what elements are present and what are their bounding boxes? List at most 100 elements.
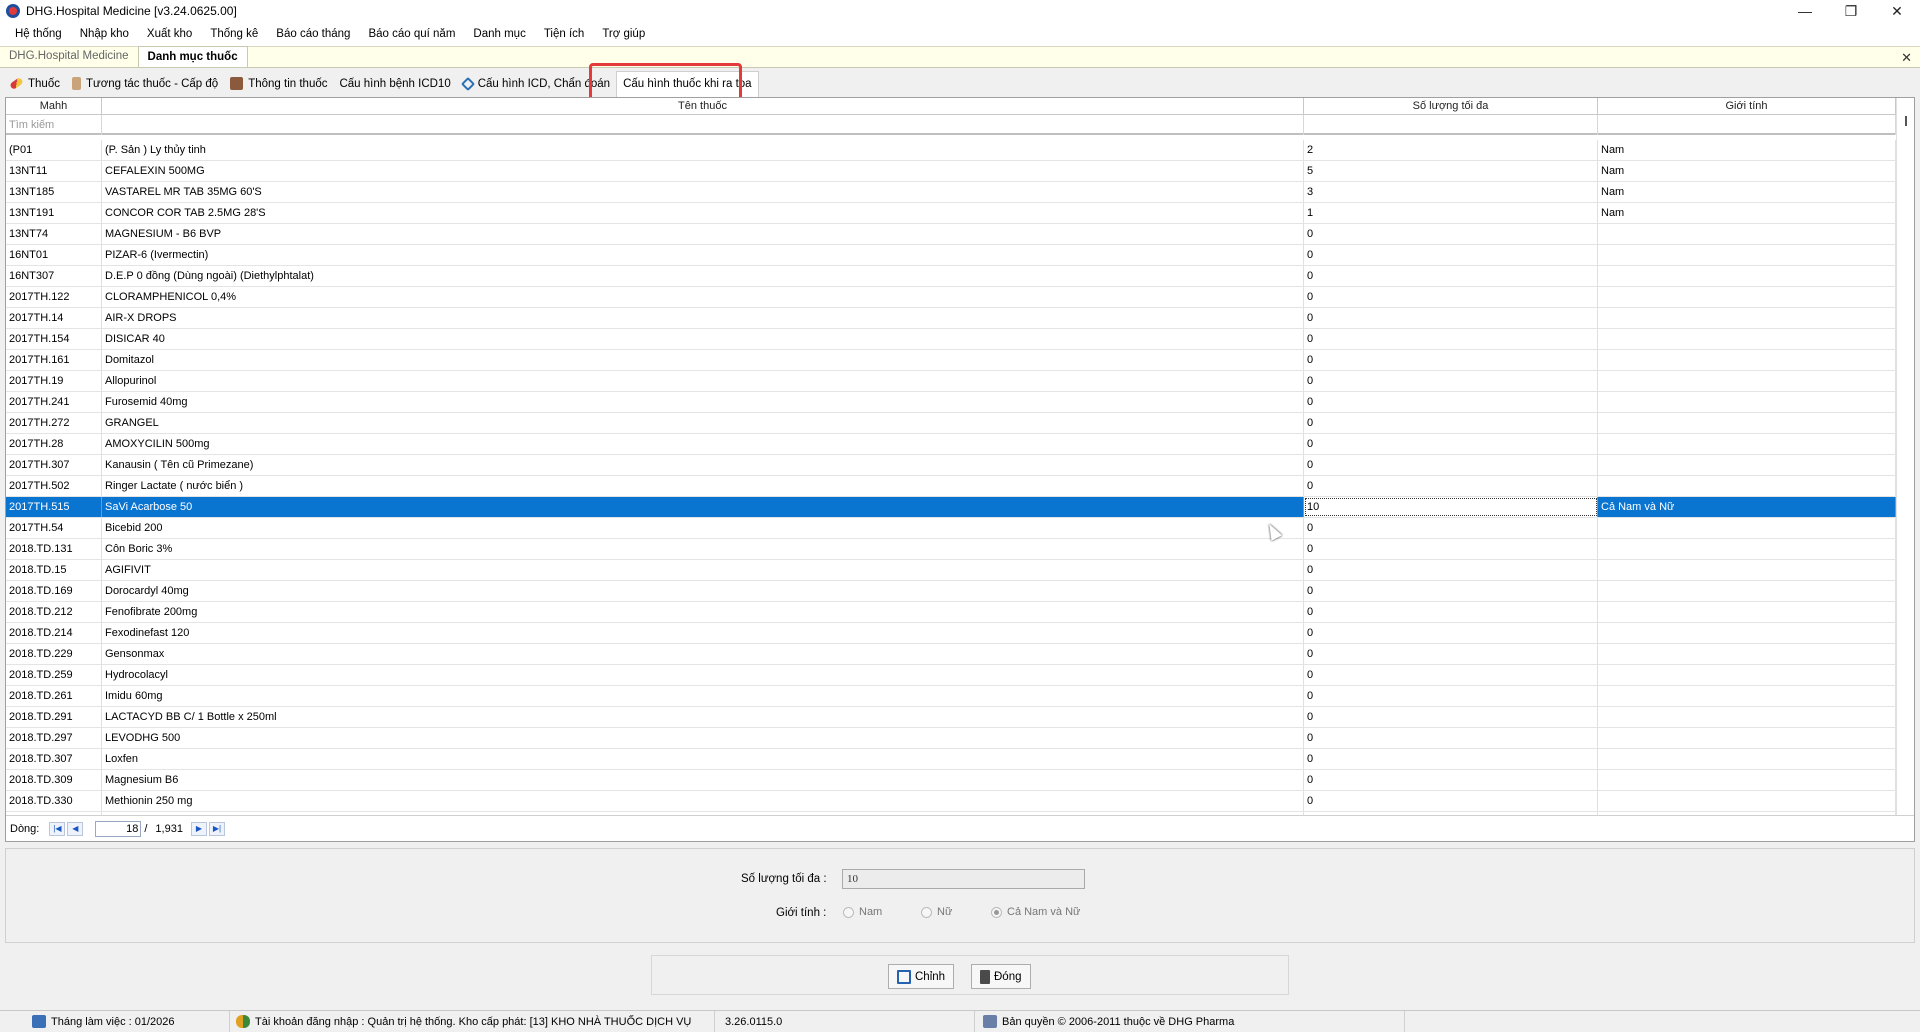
table-row[interactable]: 2018.TD.212 Fenofibrate 200mg 0 [6, 602, 1896, 623]
table-row[interactable]: 2018.TD.309 Magnesium B6 0 [6, 770, 1896, 791]
cell-code[interactable]: 2017TH.272 [6, 413, 102, 433]
cell-code[interactable]: 2018.TD.261 [6, 686, 102, 706]
cell-max-qty[interactable]: 0 [1304, 770, 1598, 790]
menu-help[interactable]: Trợ giúp [593, 22, 654, 46]
cell-code[interactable]: 2017TH.515 [6, 497, 102, 517]
cell-max-qty[interactable]: 0 [1304, 581, 1598, 601]
cell-drug-name[interactable]: CEFALEXIN 500MG [102, 161, 1304, 181]
cell-gender[interactable] [1598, 791, 1896, 811]
cell-drug-name[interactable]: AIR-X DROPS [102, 308, 1304, 328]
max-qty-field[interactable]: 10 [842, 869, 1085, 889]
gender-radio-female[interactable]: Nữ [921, 906, 952, 918]
cell-drug-name[interactable]: AMOXYCILIN 500mg [102, 434, 1304, 454]
cell-drug-name[interactable]: Fenofibrate 200mg [102, 602, 1304, 622]
cell-max-qty[interactable]: 0 [1304, 392, 1598, 412]
cell-code[interactable]: 2017TH.154 [6, 329, 102, 349]
cell-max-qty[interactable]: 0 [1304, 518, 1598, 538]
cell-drug-name[interactable]: Côn Boric 3% [102, 539, 1304, 559]
cell-drug-name[interactable]: SaVi Acarbose 50 [102, 497, 1304, 517]
cell-gender[interactable] [1598, 308, 1896, 328]
cell-max-qty[interactable]: 0 [1304, 455, 1598, 475]
cell-drug-name[interactable]: Dorocardyl 40mg [102, 581, 1304, 601]
cell-drug-name[interactable]: Hydrocolacyl [102, 665, 1304, 685]
cell-gender[interactable] [1598, 707, 1896, 727]
cell-gender[interactable] [1598, 434, 1896, 454]
table-row[interactable]: 2018.TD.15 AGIFIVIT 0 [6, 560, 1896, 581]
table-row[interactable]: 2018.TD.259 Hydrocolacyl 0 [6, 665, 1896, 686]
cell-max-qty[interactable]: 0 [1304, 287, 1598, 307]
menu-export[interactable]: Xuất kho [138, 22, 201, 46]
cell-drug-name[interactable]: Imidu 60mg [102, 686, 1304, 706]
cell-max-qty[interactable]: 0 [1304, 644, 1598, 664]
cell-drug-name[interactable]: Domitazol [102, 350, 1304, 370]
cell-drug-name[interactable]: Bicebid 200 [102, 518, 1304, 538]
cell-code[interactable]: 2017TH.502 [6, 476, 102, 496]
restore-button[interactable]: ❐ [1828, 0, 1874, 22]
table-row[interactable]: 13NT11 CEFALEXIN 500MG 5 Nam [6, 161, 1896, 182]
cell-max-qty[interactable]: 0 [1304, 728, 1598, 748]
table-row[interactable]: 2017TH.154 DISICAR 40 0 [6, 329, 1896, 350]
cell-gender[interactable]: Nam [1598, 203, 1896, 223]
tab-drug-catalog[interactable]: Danh mục thuốc [137, 46, 248, 67]
cell-code[interactable]: 2017TH.307 [6, 455, 102, 475]
cell-max-qty[interactable]: 0 [1304, 665, 1598, 685]
cell-max-qty[interactable]: 10 [1304, 497, 1598, 517]
prev-page-icon[interactable]: ◀ [67, 821, 84, 836]
cell-code[interactable]: 2017TH.241 [6, 392, 102, 412]
cell-max-qty[interactable]: 0 [1304, 749, 1598, 769]
next-page-icon[interactable]: ▶ [190, 821, 207, 836]
cell-gender[interactable] [1598, 770, 1896, 790]
cell-max-qty[interactable]: 0 [1304, 413, 1598, 433]
cell-max-qty[interactable]: 0 [1304, 623, 1598, 643]
table-row[interactable]: 2017TH.14 AIR-X DROPS 0 [6, 308, 1896, 329]
cell-code[interactable]: 2018.TD.307 [6, 749, 102, 769]
table-row[interactable]: 2018.TD.131 Côn Boric 3% 0 [6, 539, 1896, 560]
cell-code[interactable]: 2018.TD.15 [6, 560, 102, 580]
table-row[interactable]: 2018.TD.261 Imidu 60mg 0 [6, 686, 1896, 707]
cell-gender[interactable]: Nam [1598, 140, 1896, 160]
cell-code[interactable]: 2017TH.19 [6, 371, 102, 391]
cell-gender[interactable] [1598, 581, 1896, 601]
cell-code[interactable]: 2018.TD.330 [6, 791, 102, 811]
table-row[interactable]: 2017TH.28 AMOXYCILIN 500mg 0 [6, 434, 1896, 455]
cell-drug-name[interactable]: Fexodinefast 120 [102, 623, 1304, 643]
cell-code[interactable]: 2018.TD.169 [6, 581, 102, 601]
menu-monthly-report[interactable]: Báo cáo tháng [267, 22, 359, 46]
table-row[interactable]: 2017TH.307 Kanausin ( Tên cũ Primezane) 0 [6, 455, 1896, 476]
filter-cell-max-qty[interactable] [1304, 115, 1598, 135]
minimize-button[interactable]: — [1782, 0, 1828, 22]
cell-gender[interactable] [1598, 728, 1896, 748]
cell-gender[interactable] [1598, 560, 1896, 580]
table-row[interactable]: 2017TH.515 SaVi Acarbose 50 10 Cả Nam và Nữ [6, 497, 1896, 518]
table-row[interactable]: 2018.TD.291 LACTACYD BB C/ 1 Bottle x 250… [6, 707, 1896, 728]
cell-max-qty[interactable]: 0 [1304, 329, 1598, 349]
menu-catalog[interactable]: Danh mục [464, 22, 534, 46]
cell-drug-name[interactable]: CONCOR COR TAB 2.5MG 28'S [102, 203, 1304, 223]
cell-code[interactable]: 2017TH.54 [6, 518, 102, 538]
cell-drug-name[interactable]: PIZAR-6 (Ivermectin) [102, 245, 1304, 265]
cell-drug-name[interactable]: VASTAREL MR TAB 35MG 60'S [102, 182, 1304, 202]
cell-drug-name[interactable]: Methionin 250 mg [102, 791, 1304, 811]
tab-home[interactable]: DHG.Hospital Medicine [0, 46, 138, 67]
table-row[interactable]: 2017TH.272 GRANGEL 0 [6, 413, 1896, 434]
table-row[interactable]: 13NT191 CONCOR COR TAB 2.5MG 28'S 1 Nam [6, 203, 1896, 224]
cell-max-qty[interactable]: 0 [1304, 707, 1598, 727]
cell-code[interactable]: 2018.TD.297 [6, 728, 102, 748]
table-row[interactable]: 2018.TD.307 Loxfen 0 [6, 749, 1896, 770]
gender-radio-male[interactable]: Nam [843, 906, 882, 918]
cell-code[interactable]: 13NT74 [6, 224, 102, 244]
cell-code[interactable]: 2018.TD.291 [6, 707, 102, 727]
cell-max-qty[interactable]: 0 [1304, 602, 1598, 622]
cell-code[interactable]: 2018.TD.214 [6, 623, 102, 643]
cell-drug-name[interactable]: LEVODHG 500 [102, 728, 1304, 748]
cell-gender[interactable] [1598, 518, 1896, 538]
cell-gender[interactable] [1598, 287, 1896, 307]
cell-gender[interactable] [1598, 644, 1896, 664]
first-page-icon[interactable]: |◀ [49, 821, 66, 836]
table-row[interactable]: 2018.TD.229 Gensonmax 0 [6, 644, 1896, 665]
cell-gender[interactable]: Nam [1598, 161, 1896, 181]
cell-max-qty[interactable]: 0 [1304, 371, 1598, 391]
cell-max-qty[interactable]: 1 [1304, 203, 1598, 223]
cell-drug-name[interactable]: Kanausin ( Tên cũ Primezane) [102, 455, 1304, 475]
column-header-code[interactable]: Mahh [6, 98, 102, 115]
